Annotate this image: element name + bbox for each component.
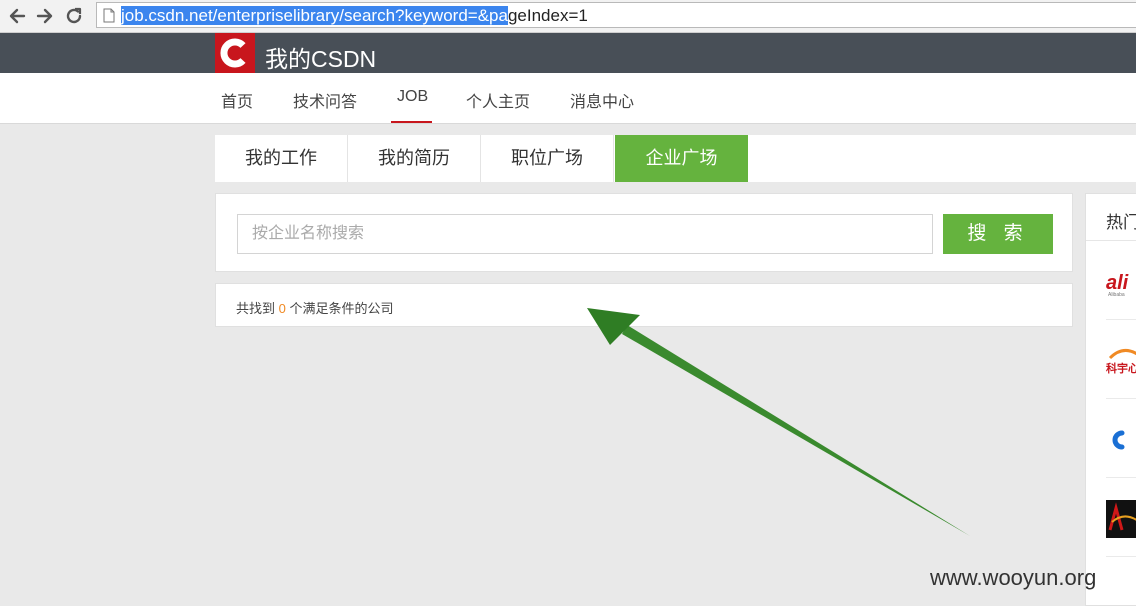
tab-my-work[interactable]: 我的工作 bbox=[215, 135, 348, 182]
url-selected-text: job.csdn.net/enterpriselibrary/search?ke… bbox=[121, 6, 508, 25]
site-header: 我的CSDN bbox=[0, 33, 1136, 73]
active-nav-indicator bbox=[391, 121, 432, 123]
hot-companies-title: 热门 bbox=[1106, 213, 1136, 232]
nav-item-job[interactable]: JOB bbox=[397, 88, 428, 106]
tab-company-square[interactable]: 企业广场 bbox=[615, 135, 748, 182]
tab-my-resume[interactable]: 我的简历 bbox=[348, 135, 481, 182]
result-suffix: 个满足条件的公司 bbox=[289, 301, 394, 316]
sub-navigation: 首页 技术问答 JOB 个人主页 消息中心 bbox=[0, 73, 1136, 124]
tab-job-square[interactable]: 职位广场 bbox=[481, 135, 614, 182]
svg-text:ali: ali bbox=[1106, 272, 1129, 294]
company-search-input[interactable] bbox=[237, 214, 933, 254]
search-button[interactable]: 搜 索 bbox=[943, 214, 1053, 254]
hot-companies-panel: 热门 ali Alibaba 科宇心 网易 bbox=[1085, 193, 1136, 606]
nav-item-homepage[interactable]: 个人主页 bbox=[466, 88, 530, 112]
keyuxin-logo: 科宇心 bbox=[1106, 349, 1136, 375]
nav-item-qa[interactable]: 技术问答 bbox=[293, 88, 357, 112]
result-summary: 共找到 0 个满足条件的公司 bbox=[236, 298, 394, 317]
blue-c-logo bbox=[1112, 430, 1125, 450]
svg-text:Alibaba: Alibaba bbox=[1108, 292, 1125, 298]
browser-toolbar: job.csdn.net/enterpriselibrary/search?ke… bbox=[0, 0, 1136, 33]
watermark: www.wooyun.org bbox=[930, 565, 1097, 590]
back-arrow-icon[interactable] bbox=[6, 5, 28, 27]
svg-text:科宇心: 科宇心 bbox=[1106, 361, 1136, 375]
company-item[interactable] bbox=[1106, 399, 1136, 478]
company-item[interactable]: ali Alibaba bbox=[1106, 241, 1136, 320]
url-text[interactable]: job.csdn.net/enterpriselibrary/search?ke… bbox=[121, 6, 588, 26]
nav-item-home[interactable]: 首页 bbox=[221, 88, 253, 112]
dark-logo bbox=[1106, 500, 1136, 538]
result-panel: 共找到 0 个满足条件的公司 bbox=[215, 283, 1073, 327]
url-remaining-text: geIndex=1 bbox=[507, 6, 588, 25]
address-bar[interactable]: job.csdn.net/enterpriselibrary/search?ke… bbox=[96, 2, 1136, 28]
nav-item-messages[interactable]: 消息中心 bbox=[570, 88, 634, 112]
page-icon bbox=[103, 8, 115, 23]
company-item[interactable]: 科宇心 bbox=[1106, 320, 1136, 399]
reload-icon[interactable] bbox=[63, 5, 85, 27]
company-item[interactable]: 网易 bbox=[1106, 557, 1136, 606]
company-item[interactable] bbox=[1106, 478, 1136, 557]
forward-arrow-icon[interactable] bbox=[34, 5, 56, 27]
alibaba-logo: ali Alibaba bbox=[1106, 272, 1129, 298]
search-panel: 搜 索 bbox=[215, 193, 1073, 272]
job-tabs: 我的工作 我的简历 职位广场 企业广场 bbox=[215, 135, 1136, 182]
result-count: 0 bbox=[278, 301, 286, 316]
site-title[interactable]: 我的CSDN bbox=[265, 40, 376, 74]
result-prefix: 共找到 bbox=[236, 301, 276, 316]
netease-logo: 网易 bbox=[1106, 579, 1136, 606]
csdn-logo[interactable] bbox=[215, 33, 255, 73]
